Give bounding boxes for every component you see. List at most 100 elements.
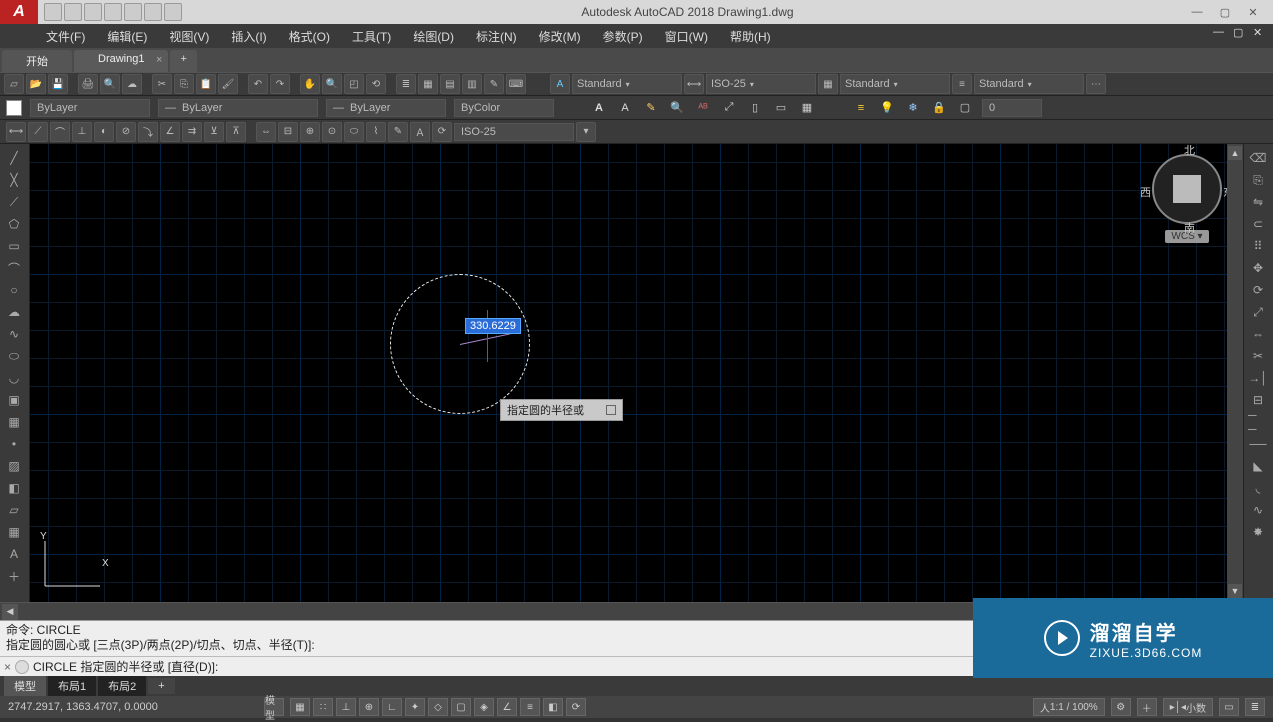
tab-close-icon[interactable]: ×	[156, 54, 162, 66]
ellipse-icon[interactable]: ⬭	[4, 346, 24, 366]
sheet-set-icon[interactable]: ▥	[462, 74, 482, 94]
cut-icon[interactable]: ✂	[152, 74, 172, 94]
revcloud-icon[interactable]: ☁	[4, 302, 24, 322]
view-cube[interactable]: 北 南 东 西 WCS ▾	[1147, 154, 1227, 243]
dyn-toggle-icon[interactable]: ⊕	[359, 698, 379, 716]
menu-view[interactable]: 视图(V)	[163, 26, 215, 47]
viewcube-west[interactable]: 西	[1140, 184, 1151, 200]
undo-icon[interactable]: ↶	[248, 74, 268, 94]
layer-freeze-icon[interactable]: ❄	[904, 99, 922, 117]
model-tab[interactable]: 模型	[4, 676, 46, 696]
polygon-icon[interactable]: ⬠	[4, 214, 24, 234]
layer-on-icon[interactable]: 💡	[878, 99, 896, 117]
infer-toggle-icon[interactable]: ⊥	[336, 698, 356, 716]
doc-max-button[interactable]: ▢	[1233, 26, 1249, 40]
circle-icon[interactable]: ○	[4, 280, 24, 300]
menu-insert[interactable]: 插入(I)	[225, 26, 272, 47]
zoom-prev-icon[interactable]: ⟲	[366, 74, 386, 94]
iso-toggle-icon[interactable]: ◇	[428, 698, 448, 716]
layer-lock-icon[interactable]: 🔒	[930, 99, 948, 117]
dim-jogline-icon[interactable]: ⌇	[366, 122, 386, 142]
dim-aligned-icon[interactable]: ⟋	[28, 122, 48, 142]
paste-icon[interactable]: 📋	[196, 74, 216, 94]
3dosnap-toggle-icon[interactable]: ◈	[474, 698, 494, 716]
cycle-icon[interactable]: ⟳	[566, 698, 586, 716]
field-icon[interactable]: ▭	[772, 99, 790, 117]
transparency-icon[interactable]: ◧	[543, 698, 563, 716]
scale-icon[interactable]: ⤢	[720, 99, 738, 117]
plotstyle-combo[interactable]: ByColor	[454, 99, 554, 117]
gear-icon[interactable]: ⚙	[1111, 698, 1131, 716]
linetype-combo[interactable]: — ByLayer	[158, 99, 318, 117]
table2-icon[interactable]: ▦	[4, 522, 24, 542]
spline-icon[interactable]: ∿	[4, 324, 24, 344]
app-logo[interactable]: A	[0, 0, 38, 24]
space-button[interactable]: 模型	[264, 698, 284, 716]
calc-icon[interactable]: ⌨	[506, 74, 526, 94]
preview-icon[interactable]: 🔍	[100, 74, 120, 94]
dim-ordinate-icon[interactable]: ⊥	[72, 122, 92, 142]
plus-icon[interactable]: ＋	[1137, 698, 1157, 716]
dimstyle-combo[interactable]: ISO-25	[454, 123, 574, 141]
zoom-window-icon[interactable]: ◰	[344, 74, 364, 94]
tolerance-icon[interactable]: ⊕	[300, 122, 320, 142]
maximize-button[interactable]: ▢	[1215, 5, 1235, 19]
qat-redo-icon[interactable]	[164, 3, 182, 21]
explode-icon[interactable]: ✸	[1248, 522, 1268, 542]
copy-icon[interactable]: ⎘	[174, 74, 194, 94]
ellipse-arc-icon[interactable]: ◡	[4, 368, 24, 388]
block-icon[interactable]: ▣	[4, 390, 24, 410]
mtext-icon[interactable]: A	[590, 99, 608, 117]
dim-break-icon[interactable]: ⊟	[278, 122, 298, 142]
break2-icon[interactable]: ─ ─	[1248, 412, 1268, 432]
xline-icon[interactable]: ╳	[4, 170, 24, 190]
textstyle-icon[interactable]: A	[550, 74, 570, 94]
design-center-icon[interactable]: ▦	[418, 74, 438, 94]
dim-radius-icon[interactable]: ◐	[94, 122, 114, 142]
make-block-icon[interactable]: ▦	[4, 412, 24, 432]
layout-add-tab[interactable]: +	[148, 678, 174, 694]
vertical-scrollbar[interactable]: ▲ ▼	[1227, 144, 1243, 602]
style-manager-icon[interactable]: ⋯	[1086, 74, 1106, 94]
scroll-up-icon[interactable]: ▲	[1228, 146, 1242, 160]
layer-manager-icon[interactable]: ≡	[852, 99, 870, 117]
table-style-combo[interactable]: Standard▾	[840, 74, 950, 94]
viewcube-south[interactable]: 南	[1184, 220, 1195, 236]
menu-dim[interactable]: 标注(N)	[470, 26, 523, 47]
mtext2-icon[interactable]: A	[4, 544, 24, 564]
menu-draw[interactable]: 绘图(D)	[407, 26, 460, 47]
offset-icon[interactable]: ⊂	[1248, 214, 1268, 234]
fullscreen-icon[interactable]: ▭	[1219, 698, 1239, 716]
inspect-icon[interactable]: ⬭	[344, 122, 364, 142]
trim-icon[interactable]: ✂	[1248, 346, 1268, 366]
line-icon[interactable]: ╱	[4, 148, 24, 168]
layer-combo[interactable]: 0	[982, 99, 1042, 117]
menu-file[interactable]: 文件(F)	[40, 26, 91, 47]
tool-palette-icon[interactable]: ▤	[440, 74, 460, 94]
dimstyle-menu-icon[interactable]: ▾	[576, 122, 596, 142]
menu-edit[interactable]: 编辑(E)	[101, 26, 153, 47]
close-button[interactable]: ✕	[1243, 5, 1263, 19]
dim-linear-icon[interactable]: ⟷	[6, 122, 26, 142]
dim-quick-icon[interactable]: ⇉	[182, 122, 202, 142]
drawing-canvas[interactable]: 330.6229 指定圆的半径或 北 南 东 西 WCS ▾ X Y	[30, 144, 1243, 602]
menu-format[interactable]: 格式(O)	[283, 26, 336, 47]
dim-style-combo[interactable]: ISO-25▾	[706, 74, 816, 94]
print-icon[interactable]: 🖨	[78, 74, 98, 94]
qat-new-icon[interactable]	[44, 3, 62, 21]
dim-textedit-icon[interactable]: Ａ	[410, 122, 430, 142]
mirror-icon[interactable]: ⇋	[1248, 192, 1268, 212]
dim-continue-icon[interactable]: ⊼	[226, 122, 246, 142]
qat-save-icon[interactable]	[84, 3, 102, 21]
addselected-icon[interactable]: ＋	[4, 566, 24, 586]
dim-edit-icon[interactable]: ✎	[388, 122, 408, 142]
viewcube-north[interactable]: 北	[1184, 144, 1195, 158]
layer-color-icon[interactable]: ▢	[956, 99, 974, 117]
erase-icon[interactable]: ⌫	[1248, 148, 1268, 168]
otrack-toggle-icon[interactable]: ∠	[497, 698, 517, 716]
lw-toggle-icon[interactable]: ≡	[520, 698, 540, 716]
polyline-icon[interactable]: ⟋	[4, 192, 24, 212]
dim-diameter-icon[interactable]: ⊘	[116, 122, 136, 142]
open-icon[interactable]: 📂	[26, 74, 46, 94]
scroll-down-icon[interactable]: ▼	[1228, 584, 1242, 598]
